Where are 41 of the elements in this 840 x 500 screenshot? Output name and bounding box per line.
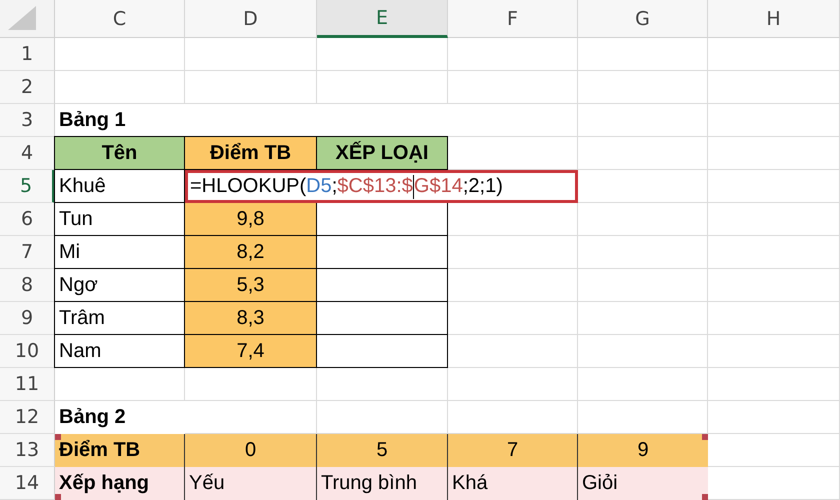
score-cell: 8,3 — [184, 301, 317, 335]
row-header[interactable]: 11 — [0, 368, 55, 401]
row-header[interactable]: 1 — [0, 38, 55, 71]
row-header[interactable]: 3 — [0, 104, 55, 137]
row-header[interactable]: 5 — [0, 170, 55, 203]
row-label-cell: Xếp hạng — [55, 467, 185, 500]
column-header[interactable]: E — [317, 0, 448, 38]
column-header[interactable]: G — [578, 0, 708, 38]
table-title: Bảng 1 — [58, 108, 127, 133]
row-header[interactable]: 8 — [0, 269, 55, 302]
row-header[interactable]: 13 — [0, 434, 55, 467]
table-cell: Giỏi — [578, 467, 708, 500]
row-header[interactable]: 14 — [0, 467, 55, 500]
table-title: Bảng 2 — [58, 405, 127, 430]
row-header[interactable]: 4 — [0, 137, 55, 170]
score-cell: 9,8 — [184, 202, 317, 236]
table-cell: Yếu — [185, 467, 317, 500]
header-cell: Điểm TB — [184, 136, 317, 170]
table-cell: Trung bình — [317, 467, 448, 500]
row-header[interactable]: 10 — [0, 335, 55, 368]
row-header[interactable]: 2 — [0, 71, 55, 104]
header-cell: Tên — [54, 136, 185, 170]
row-header[interactable]: 6 — [0, 203, 55, 236]
table-cell: 7 — [448, 434, 578, 467]
table-cell: 0 — [185, 434, 317, 467]
formula-editor[interactable]: =HLOOKUP(D5;$C$13:$G$14;2;1) — [185, 170, 578, 203]
column-header[interactable]: C — [55, 0, 185, 38]
row-label-cell: Điểm TB — [55, 434, 185, 467]
column-header[interactable]: D — [185, 0, 317, 38]
score-cell: 8,2 — [184, 235, 317, 269]
column-header[interactable]: H — [708, 0, 840, 38]
table-cell: 5 — [317, 434, 448, 467]
score-cell: 5,3 — [184, 268, 317, 302]
header-cell: XẾP LOẠI — [316, 136, 448, 170]
row-header[interactable]: 7 — [0, 236, 55, 269]
table-cell: 9 — [578, 434, 708, 467]
score-cell: 7,4 — [184, 334, 317, 368]
row-header[interactable]: 9 — [0, 302, 55, 335]
column-header[interactable]: F — [448, 0, 578, 38]
table-cell: Khá — [448, 467, 578, 500]
row-header[interactable]: 12 — [0, 401, 55, 434]
